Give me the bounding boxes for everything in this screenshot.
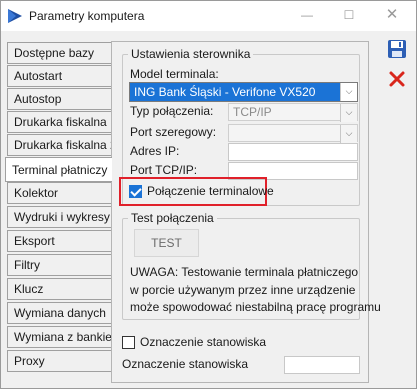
chevron-down-icon[interactable]: ⌵ [340,83,357,101]
warning-line-2: w porcie używanym przez inne urządzenie [130,283,356,297]
warning-line-3: może spowodować niestabilną pracę progra… [130,300,381,314]
save-icon[interactable] [387,39,407,59]
nav-filtry[interactable]: Filtry [7,254,112,276]
delete-icon[interactable] [387,69,407,89]
ip-address-input[interactable] [228,143,358,161]
nav-drukarka-fiskalna[interactable]: Drukarka fiskalna [7,111,112,133]
nav-autostart[interactable]: Autostart [7,65,112,87]
nav-wymiana-z-bankiem[interactable]: Wymiana z bankiem [7,326,122,348]
settings-window: Parametry komputera — ☐ ✕ Dostępne bazy … [0,0,417,389]
nav-proxy[interactable]: Proxy [7,350,112,372]
chevron-down-icon: ⌵ [340,104,357,122]
maximize-button[interactable]: ☐ [341,7,357,23]
station-marking-input[interactable] [284,356,360,374]
title-bar: Parametry komputera — ☐ ✕ [1,1,416,31]
model-select[interactable]: ING Bank Śląski - Verifone VX520 ⌵ [129,82,358,102]
nav-wydruki-i-wykresy[interactable]: Wydruki i wykresy [7,206,112,228]
conn-type-select[interactable]: TCP/IP ⌵ [228,103,358,122]
nav-kolektor[interactable]: Kolektor [7,182,112,204]
warning-line-1: UWAGA: Testowanie terminala płatniczego [130,265,359,279]
nav-drukarka-fiskalna-2[interactable]: Drukarka fiskalna 2 [7,134,117,156]
model-value: ING Bank Śląski - Verifone VX520 [134,85,316,99]
window-title: Parametry komputera [29,9,145,23]
model-label: Model terminala: [130,67,219,81]
conn-type-value: TCP/IP [233,105,272,119]
station-marking-checkbox[interactable] [122,336,135,349]
terminal-connection-label: Połączenie terminalowe [147,184,274,198]
content-panel: Ustawienia sterownika Model terminala: I… [111,41,381,383]
test-connection-title: Test połączenia [128,211,217,225]
nav-eksport[interactable]: Eksport [7,230,112,252]
minimize-button[interactable]: — [299,7,315,23]
nav-wymiana-danych[interactable]: Wymiana danych [7,302,112,324]
station-marking-label: Oznaczenie stanowiska [122,357,249,371]
test-button[interactable]: TEST [134,229,199,257]
nav-dostepne-bazy[interactable]: Dostępne bazy [7,42,112,64]
chevron-down-icon: ⌵ [340,125,357,143]
terminal-connection-checkbox[interactable] [129,185,142,198]
close-button[interactable]: ✕ [384,7,400,23]
nav-autostop[interactable]: Autostop [7,88,112,110]
ip-address-label: Adres IP: [130,144,180,158]
app-logo-icon [8,9,22,23]
nav-terminal-platniczy[interactable]: Terminal płatniczy [5,157,112,182]
station-marking-checkbox-label: Oznaczenie stanowiska [140,335,267,349]
nav-klucz[interactable]: Klucz [7,278,112,300]
tcp-port-label: Port TCP/IP: [130,163,198,177]
serial-port-select[interactable]: ⌵ [228,124,358,143]
driver-settings-title: Ustawienia sterownika [128,47,254,61]
conn-type-label: Typ połączenia: [130,104,214,118]
serial-port-label: Port szeregowy: [130,125,217,139]
